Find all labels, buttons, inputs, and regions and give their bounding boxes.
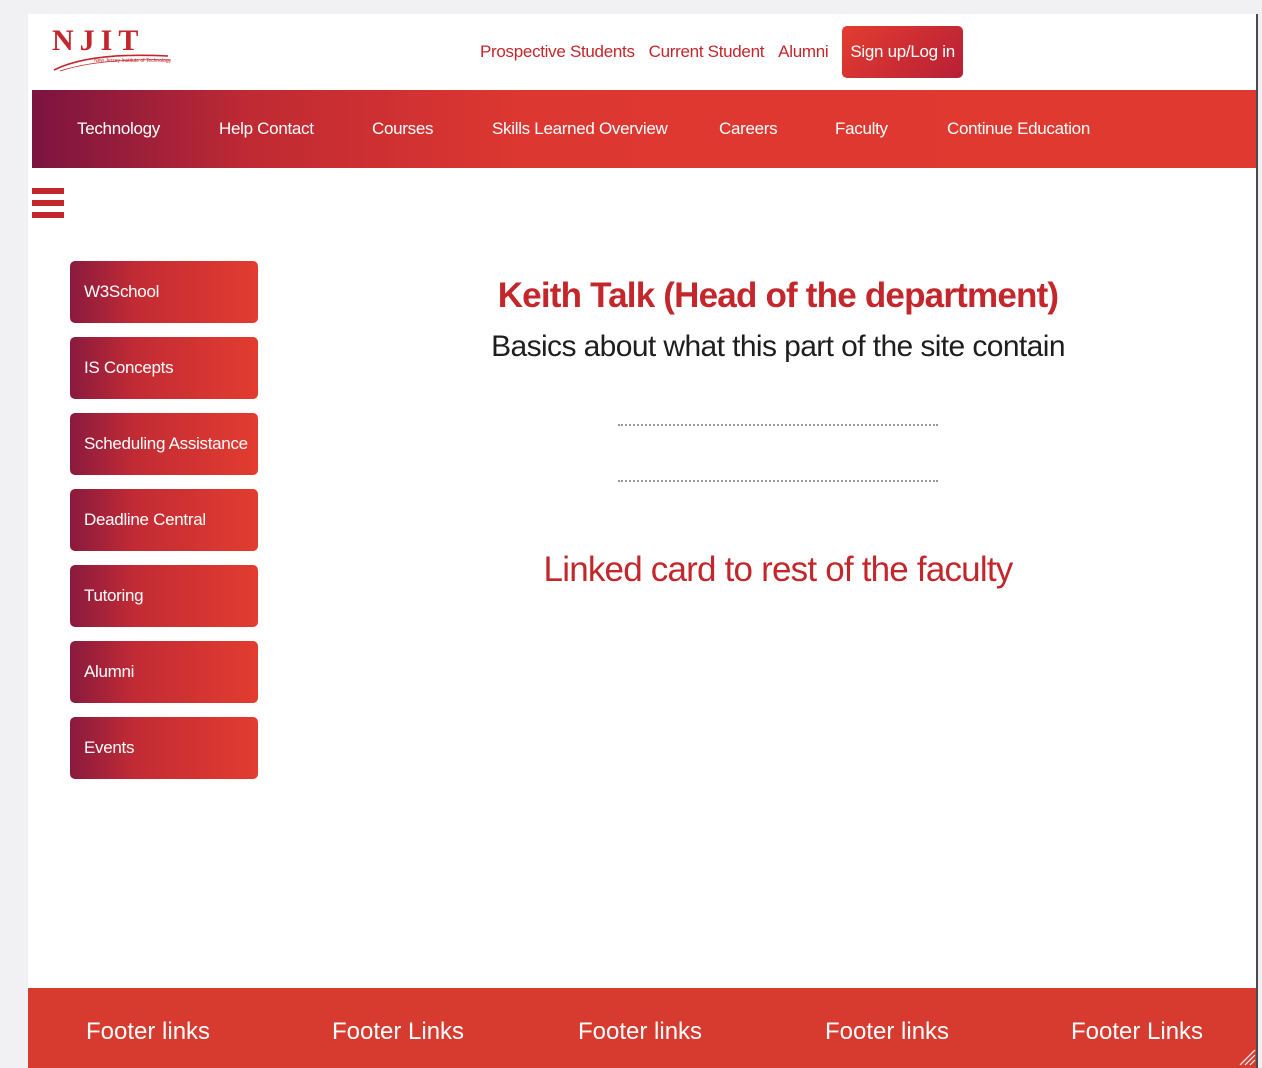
footer-link[interactable]: Footer links (578, 1018, 702, 1046)
nav-item-faculty[interactable]: Faculty (835, 119, 888, 139)
njit-logo[interactable]: NJIT New Jersey Institute of Technology (50, 24, 220, 76)
sidebar-item-w3school[interactable]: W3School (70, 261, 258, 323)
hamburger-bar (32, 200, 64, 206)
main-content: Keith Talk (Head of the department) Basi… (428, 276, 1128, 590)
sidebar-item-scheduling-assistance[interactable]: Scheduling Assistance (70, 413, 258, 475)
footer: Footer links Footer Links Footer links F… (28, 988, 1256, 1068)
sidebar-item-is-concepts[interactable]: IS Concepts (70, 337, 258, 399)
nav-item-skills-learned-overview[interactable]: Skills Learned Overview (492, 119, 668, 139)
nav-item-continue-education[interactable]: Continue Education (947, 119, 1090, 139)
footer-link[interactable]: Footer links (86, 1018, 210, 1046)
sidebar-item-deadline-central[interactable]: Deadline Central (70, 489, 258, 551)
main-nav: Technology Help Contact Courses Skills L… (32, 90, 1256, 168)
hamburger-bar (32, 188, 64, 194)
nav-item-technology[interactable]: Technology (77, 119, 160, 139)
logo-subtitle: New Jersey Institute of Technology (94, 58, 172, 64)
footer-link[interactable]: Footer links (825, 1018, 949, 1046)
footer-link[interactable]: Footer Links (1071, 1018, 1203, 1046)
sidebar: W3School IS Concepts Scheduling Assistan… (70, 261, 258, 793)
hamburger-bar (32, 212, 64, 218)
current-student-link[interactable]: Current Student (649, 42, 765, 62)
footer-link[interactable]: Footer Links (332, 1018, 464, 1046)
dotted-divider (618, 424, 938, 426)
page-subtitle: Basics about what this part of the site … (491, 330, 1065, 363)
prospective-students-link[interactable]: Prospective Students (480, 42, 635, 62)
signup-login-button[interactable]: Sign up/Log in (842, 26, 963, 78)
browser-page: NJIT New Jersey Institute of Technology … (28, 14, 1258, 1068)
alumni-link[interactable]: Alumni (778, 42, 828, 62)
nav-item-help-contact[interactable]: Help Contact (219, 119, 314, 139)
dotted-divider (618, 480, 938, 482)
page-title: Keith Talk (Head of the department) (497, 276, 1059, 315)
top-links: Prospective Students Current Student Alu… (480, 24, 963, 80)
sidebar-item-events[interactable]: Events (70, 717, 258, 779)
sidebar-item-tutoring[interactable]: Tutoring (70, 565, 258, 627)
top-bar: NJIT New Jersey Institute of Technology … (28, 14, 1256, 90)
resize-handle-icon[interactable] (1236, 1046, 1256, 1066)
hamburger-menu-icon[interactable] (32, 188, 64, 224)
linked-faculty-card[interactable]: Linked card to rest of the faculty (428, 550, 1128, 590)
nav-item-careers[interactable]: Careers (719, 119, 778, 139)
sidebar-item-alumni[interactable]: Alumni (70, 641, 258, 703)
nav-item-courses[interactable]: Courses (372, 119, 434, 139)
